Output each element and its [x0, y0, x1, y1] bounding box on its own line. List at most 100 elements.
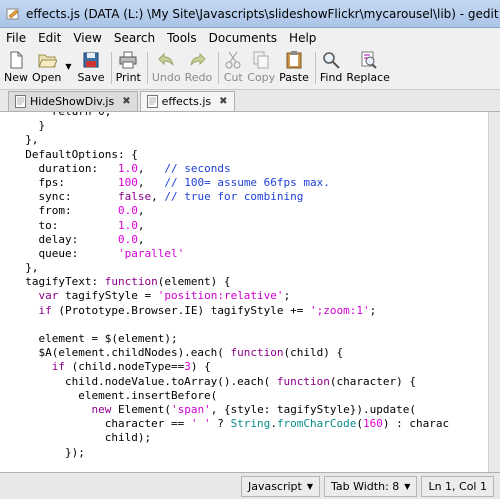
code-text[interactable]: return 0; } }, DefaultOptions: { duratio…	[0, 112, 488, 460]
code-line[interactable]: return 0;	[12, 112, 488, 119]
print-button[interactable]: Print	[116, 48, 141, 88]
code-token: child.nodeValue.toArray().each(	[12, 374, 277, 388]
code-token: character ==	[12, 417, 191, 431]
code-line[interactable]: delay: 0.0,	[12, 233, 488, 247]
menu-view[interactable]: View	[73, 31, 101, 45]
redo-button[interactable]: Redo	[185, 48, 212, 88]
code-token: ,	[137, 218, 145, 232]
tab-label: HideShowDiv.js	[30, 95, 115, 108]
menu-edit[interactable]: Edit	[38, 31, 61, 45]
code-line[interactable]: new Element('span', {style: tagifyStyle}…	[12, 403, 488, 417]
close-tab-icon[interactable]: ✖	[122, 96, 130, 107]
code-token: ?	[210, 417, 231, 431]
menu-tools[interactable]: Tools	[167, 31, 197, 45]
code-line[interactable]: $A(element.childNodes).each( function(ch…	[12, 346, 488, 360]
vertical-scrollbar[interactable]	[488, 112, 500, 472]
close-tab-icon[interactable]: ✖	[219, 96, 227, 107]
code-token: if	[38, 303, 52, 317]
menu-search[interactable]: Search	[114, 31, 155, 45]
code-token: return 0;	[52, 112, 112, 118]
code-token: }	[12, 119, 46, 133]
cut-button[interactable]: Cut	[223, 48, 243, 88]
code-line[interactable]: DefaultOptions: {	[12, 148, 488, 162]
code-token: function	[276, 374, 330, 388]
open-recent-dropdown-icon[interactable]: ▼	[65, 62, 71, 71]
code-editor[interactable]: return 0; } }, DefaultOptions: { duratio…	[0, 112, 488, 472]
code-token: function	[104, 275, 158, 289]
tab-effects[interactable]: effects.js ✖	[139, 91, 235, 111]
tab-width-label: Tab Width: 8	[331, 479, 400, 493]
code-line[interactable]: to: 1.0,	[12, 219, 488, 233]
code-line[interactable]: from: 0.0,	[12, 204, 488, 218]
toolbar-separator	[218, 52, 220, 84]
document-tab-bar: HideShowDiv.js ✖ effects.js ✖	[0, 90, 500, 112]
menu-file[interactable]: File	[6, 31, 26, 45]
save-button[interactable]: Save	[78, 48, 105, 88]
code-line[interactable]: },	[12, 133, 488, 147]
code-token: (child) {	[283, 346, 344, 360]
code-line[interactable]: character == ' ' ? String.fromCharCode(1…	[12, 417, 488, 431]
code-line[interactable]: if (Prototype.Browser.IE) tagifyStyle +=…	[12, 304, 488, 318]
code-token: .	[270, 417, 277, 431]
code-line[interactable]: fps: 100, // 100= assume 66fps max.	[12, 176, 488, 190]
language-label: Javascript	[247, 479, 302, 493]
code-token: ) {	[190, 360, 211, 374]
code-token: // true for combining	[164, 190, 304, 204]
code-token: false	[117, 190, 152, 204]
new-button[interactable]: New	[4, 48, 28, 88]
code-token: ,	[137, 232, 145, 246]
code-token: ;	[369, 303, 377, 317]
code-token: duration:	[12, 161, 118, 175]
menu-help[interactable]: Help	[289, 31, 316, 45]
copy-button[interactable]: Copy	[247, 48, 275, 88]
code-line[interactable]: element = $(element);	[12, 332, 488, 346]
open-button[interactable]: Open	[32, 48, 61, 88]
code-token: tagifyText:	[12, 275, 105, 289]
code-line[interactable]: duration: 1.0, // seconds	[12, 162, 488, 176]
code-token: DefaultOptions: {	[12, 147, 138, 161]
replace-button[interactable]: Replace	[346, 48, 390, 88]
code-line[interactable]: queue: 'parallel'	[12, 247, 488, 261]
code-token: ,	[137, 161, 165, 175]
code-token: tagifyStyle =	[58, 289, 158, 303]
paste-button[interactable]: Paste	[279, 48, 309, 88]
code-token: 1.0	[117, 218, 138, 232]
code-token: 160	[363, 417, 383, 431]
code-token: 'span'	[170, 402, 211, 416]
tab-width-selector[interactable]: Tab Width: 8 ▼	[324, 475, 418, 497]
code-token: child);	[12, 431, 152, 445]
find-button[interactable]: Find	[320, 48, 342, 88]
toolbar-separator	[314, 52, 316, 84]
code-token: sync:	[12, 190, 118, 204]
text-document-icon	[15, 95, 26, 108]
code-token: // seconds	[164, 161, 231, 175]
code-line[interactable]: child.nodeValue.toArray().each( function…	[12, 375, 488, 389]
code-line[interactable]: tagifyText: function(element) {	[12, 275, 488, 289]
menu-documents[interactable]: Documents	[209, 31, 277, 45]
tab-hideshowdiv[interactable]: HideShowDiv.js ✖	[8, 91, 138, 111]
language-selector[interactable]: Javascript ▼	[240, 475, 320, 497]
gedit-app-icon	[6, 8, 19, 19]
code-line[interactable]: child);	[12, 431, 488, 445]
code-token: (child.nodeType==	[65, 360, 185, 374]
code-token: element.insertBefore(	[12, 388, 218, 402]
code-token: queue:	[12, 246, 118, 260]
code-line[interactable]: element.insertBefore(	[12, 389, 488, 403]
code-line[interactable]	[12, 318, 488, 332]
tab-label: effects.js	[161, 95, 212, 108]
code-token: 0.0	[117, 204, 138, 218]
code-line[interactable]: }	[12, 119, 488, 133]
undo-button[interactable]: Undo	[152, 48, 181, 88]
code-token: 1.0	[117, 161, 138, 175]
text-document-icon	[146, 95, 158, 108]
code-line[interactable]: if (child.nodeType==3) {	[12, 360, 488, 374]
code-line[interactable]: sync: false, // true for combining	[12, 190, 488, 204]
code-line[interactable]: });	[12, 446, 488, 460]
code-line[interactable]: var tagifyStyle = 'position:relative';	[12, 289, 488, 303]
code-line[interactable]: },	[12, 261, 488, 275]
save-disk-icon	[83, 52, 99, 68]
cursor-position: Ln 1, Col 1	[421, 475, 494, 497]
redo-arrow-icon	[190, 52, 207, 66]
